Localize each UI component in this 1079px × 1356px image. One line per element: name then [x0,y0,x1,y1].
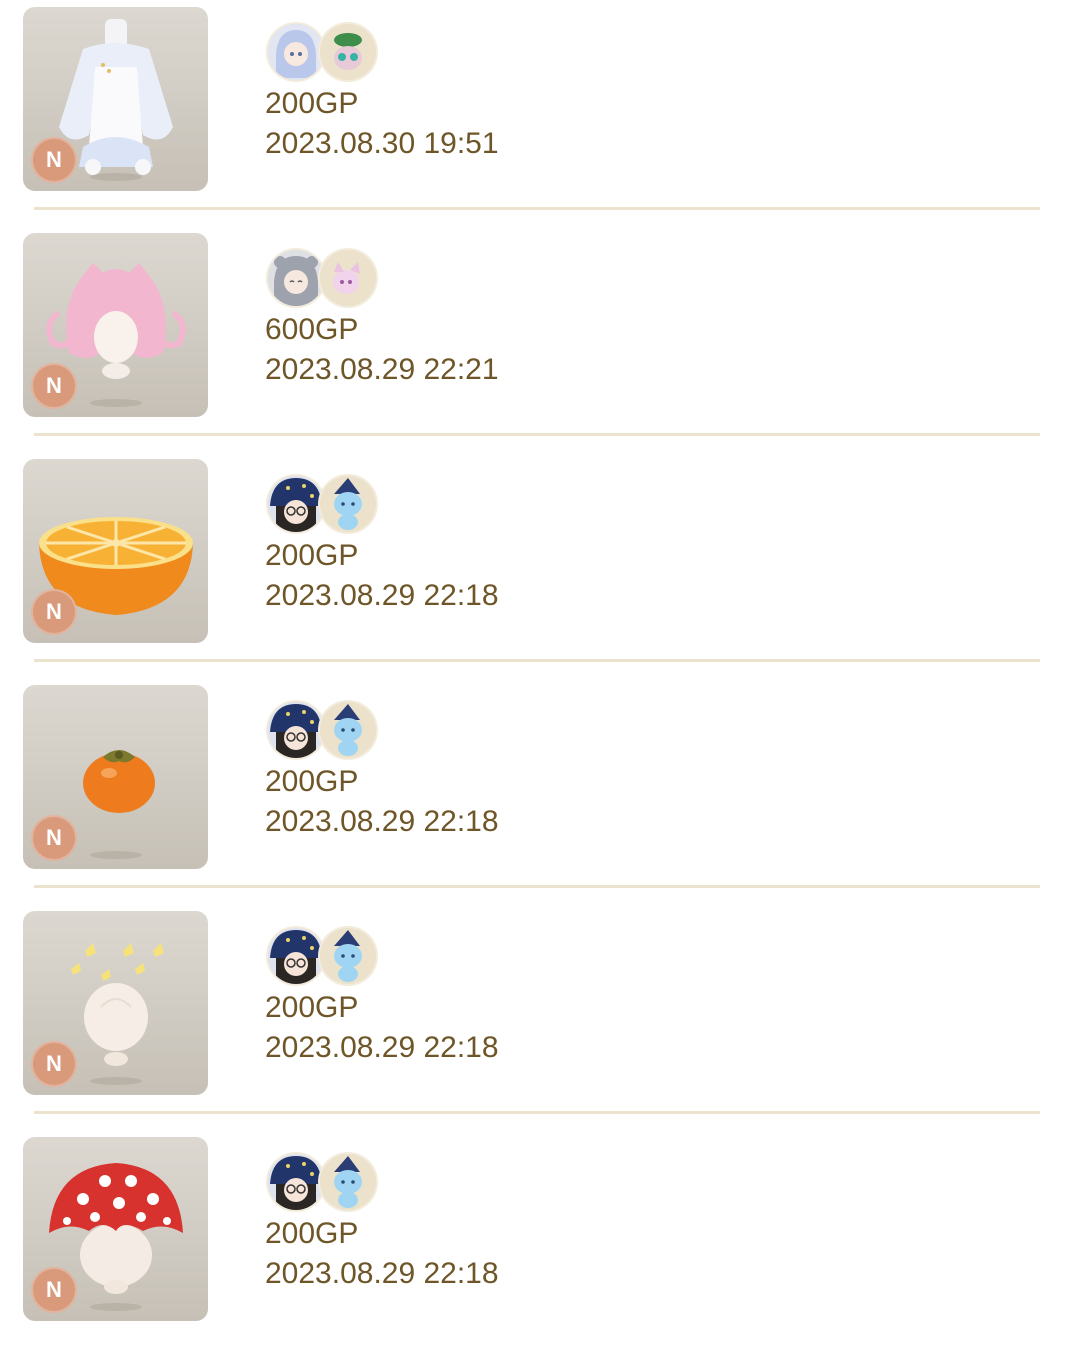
user-avatar[interactable] [268,1154,324,1210]
blue-cat-pet-avatar [320,928,376,984]
list-item[interactable]: N 200GP 2023.08.29 22:18 [0,1130,1079,1356]
participant-avatars [268,928,378,986]
pet-avatar[interactable] [320,476,376,532]
blue-cat-pet-avatar [320,1154,376,1210]
green-hat-pet-avatar [320,24,376,80]
starry-hat-girl-avatar [268,928,324,984]
participant-avatars [268,702,378,760]
participant-avatars [268,1154,378,1212]
price-label: 200GP [265,1217,359,1250]
divider [34,1111,1040,1114]
price-label: 200GP [265,87,359,120]
divider [34,885,1040,888]
rarity-badge: N [31,137,77,183]
divider [34,659,1040,662]
rarity-badge: N [31,1041,77,1087]
item-thumbnail[interactable]: N [23,1137,208,1321]
pet-avatar[interactable] [320,1154,376,1210]
rarity-badge: N [31,363,77,409]
blue-cat-pet-avatar [320,702,376,758]
user-avatar[interactable] [268,476,324,532]
divider [34,207,1040,210]
price-label: 200GP [265,539,359,572]
item-thumbnail[interactable]: N [23,911,208,1095]
pet-avatar[interactable] [320,702,376,758]
date-label: 2023.08.29 22:18 [265,1031,499,1064]
blue-hair-girl-avatar [268,24,324,80]
item-thumbnail[interactable]: N [23,459,208,643]
price-label: 600GP [265,313,359,346]
pet-avatar[interactable] [320,928,376,984]
item-thumbnail[interactable]: N [23,685,208,869]
purchase-history-list: N 200GP 2023.08.30 19:51 N 600GP 2023.08… [0,0,1079,1333]
rarity-badge: N [31,1267,77,1313]
rarity-badge: N [31,815,77,861]
date-label: 2023.08.29 22:18 [265,579,499,612]
divider [34,433,1040,436]
user-avatar[interactable] [268,24,324,80]
starry-hat-girl-avatar [268,702,324,758]
date-label: 2023.08.29 22:18 [265,1257,499,1290]
pet-avatar[interactable] [320,250,376,306]
item-thumbnail[interactable]: N [23,7,208,191]
date-label: 2023.08.29 22:18 [265,805,499,838]
item-thumbnail[interactable]: N [23,233,208,417]
list-item[interactable]: N 200GP 2023.08.29 22:18 [0,678,1079,904]
blue-cat-pet-avatar [320,476,376,532]
list-item[interactable]: N 200GP 2023.08.30 19:51 [0,0,1079,226]
user-avatar[interactable] [268,250,324,306]
list-item[interactable]: N 200GP 2023.08.29 22:18 [0,904,1079,1130]
list-item[interactable]: N 200GP 2023.08.29 22:18 [0,452,1079,678]
participant-avatars [268,24,378,82]
pet-avatar[interactable] [320,24,376,80]
silver-hair-girl-avatar [268,250,324,306]
starry-hat-girl-avatar [268,476,324,532]
user-avatar[interactable] [268,928,324,984]
participant-avatars [268,250,378,308]
rarity-badge: N [31,589,77,635]
participant-avatars [268,476,378,534]
list-item[interactable]: N 600GP 2023.08.29 22:21 [0,226,1079,452]
price-label: 200GP [265,765,359,798]
user-avatar[interactable] [268,702,324,758]
date-label: 2023.08.29 22:21 [265,353,499,386]
price-label: 200GP [265,991,359,1024]
date-label: 2023.08.30 19:51 [265,127,499,160]
pink-pet-avatar [320,250,376,306]
starry-hat-girl-avatar [268,1154,324,1210]
